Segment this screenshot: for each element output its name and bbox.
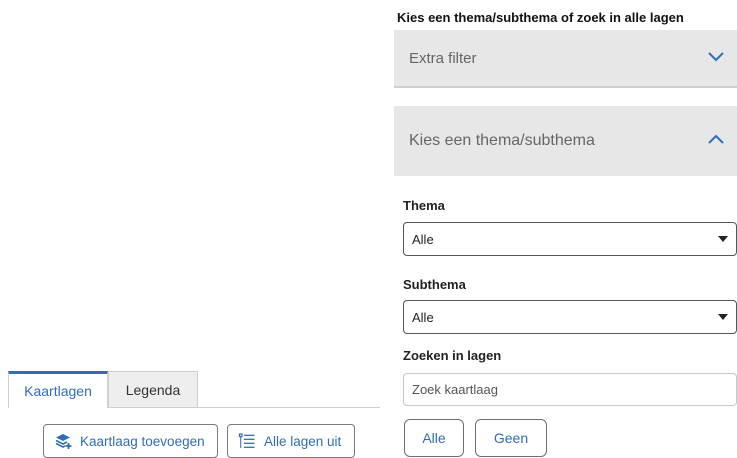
add-layer-label: Kaartlaag toevoegen — [80, 433, 205, 449]
thema-accordion-label: Kies een thema/subthema — [409, 132, 595, 149]
filter-panel-title: Kies een thema/subthema of zoek in alle … — [397, 10, 684, 25]
extra-filter-accordion[interactable]: Extra filter — [394, 30, 737, 88]
chevron-up-icon — [707, 132, 725, 150]
chevron-down-icon — [707, 50, 725, 67]
add-layer-button[interactable]: Kaartlaag toevoegen — [43, 424, 218, 458]
caret-down-icon — [718, 314, 728, 320]
select-all-button[interactable]: Alle — [404, 419, 464, 457]
all-layers-off-label: Alle lagen uit — [264, 433, 342, 449]
tab-kaartlagen-label: Kaartlagen — [24, 383, 92, 399]
list-off-icon — [238, 432, 256, 450]
search-layers-label: Zoeken in lagen — [403, 348, 502, 363]
thema-label: Thema — [403, 198, 445, 213]
thema-accordion[interactable]: Kies een thema/subthema — [394, 106, 737, 176]
subthema-label: Subthema — [403, 277, 466, 292]
subthema-select[interactable]: Alle — [403, 300, 737, 334]
all-layers-off-button[interactable]: Alle lagen uit — [227, 424, 355, 458]
thema-select-value: Alle — [412, 231, 434, 247]
tab-legenda-label: Legenda — [125, 381, 181, 398]
layer-tabs: Kaartlagen Legenda — [8, 371, 380, 408]
caret-down-icon — [718, 236, 728, 242]
search-layers-input[interactable] — [403, 373, 737, 406]
subthema-select-value: Alle — [412, 309, 434, 325]
thema-select[interactable]: Alle — [403, 222, 737, 256]
layers-add-icon — [54, 432, 72, 450]
extra-filter-label: Extra filter — [409, 49, 477, 67]
select-none-button[interactable]: Geen — [475, 419, 547, 457]
tab-kaartlagen[interactable]: Kaartlagen — [8, 371, 108, 408]
tab-legenda[interactable]: Legenda — [108, 371, 198, 407]
